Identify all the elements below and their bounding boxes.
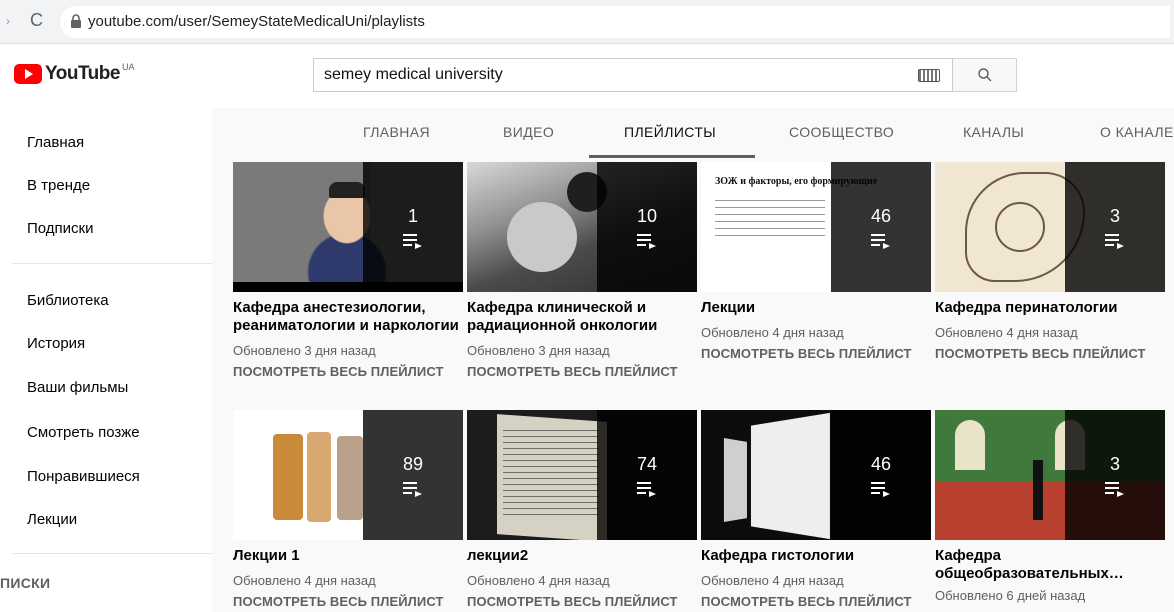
view-full-playlist-link[interactable]: ПОСМОТРЕТЬ ВЕСЬ ПЛЕЙЛИСТ [701,594,931,609]
playlist-card[interactable]: 10 Кафедра клинической и радиационной он… [467,162,697,379]
sidebar-item-subscriptions[interactable]: Подписки [27,220,94,237]
video-count: 89 [402,454,424,474]
sidebar-item-history[interactable]: История [27,335,85,352]
playlist-card[interactable]: 3 Кафедра общеобразовательных… Обновлено… [935,410,1165,603]
playlist-count-overlay: 89 [363,410,463,540]
youtube-play-icon [14,64,42,84]
view-full-playlist-link[interactable]: ПОСМОТРЕТЬ ВЕСЬ ПЛЕЙЛИСТ [701,346,931,361]
tab-community[interactable]: СООБЩЕСТВО [789,124,894,140]
playlist-thumbnail[interactable]: 46 [701,410,931,540]
playlist-count-overlay: 46 [831,162,931,292]
playlist-title[interactable]: Кафедра перинатологии [935,299,1165,317]
tab-playlists[interactable]: ПЛЕЙЛИСТЫ [624,124,716,140]
tab-videos[interactable]: ВИДЕО [503,124,554,140]
playlist-title[interactable]: Лекции 1 [233,547,463,565]
video-count: 1 [407,206,418,226]
youtube-logo[interactable]: YouTube UA [14,62,135,84]
playlist-count-overlay: 10 [597,162,697,292]
playlist-updated: Обновлено 3 дня назад [233,343,376,358]
tab-about[interactable]: О КАНАЛЕ [1100,124,1174,140]
playlist-title[interactable]: Кафедра клинической и радиационной онкол… [467,299,697,335]
playlist-icon [1105,234,1124,249]
url-text[interactable]: youtube.com/user/SemeyStateMedicalUni/pl… [88,13,425,30]
playlist-icon [403,482,422,497]
sidebar-item-library[interactable]: Библиотека [27,292,109,309]
view-full-playlist-link[interactable]: ПОСМОТРЕТЬ ВЕСЬ ПЛЕЙЛИСТ [467,594,697,609]
playlist-card[interactable]: 3 Кафедра перинатологии Обновлено 4 дня … [935,162,1165,361]
playlist-updated: Обновлено 3 дня назад [467,343,610,358]
search-icon [977,68,992,82]
playlist-icon [637,482,656,497]
sidebar-section-title: ПИСКИ [0,575,51,591]
youtube-playlists-page: › C youtube.com/user/SemeyStateMedicalUn… [0,0,1174,612]
playlist-updated: Обновлено 4 дня назад [701,573,844,588]
playlist-count-overlay: 46 [831,410,931,540]
playlist-updated: Обновлено 6 дней назад [935,588,1086,603]
region-code: UA [121,62,135,72]
tab-home[interactable]: ГЛАВНАЯ [363,124,430,140]
playlist-title[interactable]: Лекции [701,299,931,317]
sidebar-item-your-videos[interactable]: Ваши фильмы [27,379,128,396]
sidebar-item-home[interactable]: Главная [27,134,84,151]
sidebar-item-lectures[interactable]: Лекции [27,511,77,528]
sidebar: Главная В тренде Подписки Библиотека Ист… [0,108,212,612]
playlist-count-overlay: 74 [597,410,697,540]
sidebar-divider [12,553,212,554]
playlist-icon [403,234,422,249]
playlist-thumbnail[interactable]: 3 [935,162,1165,292]
playlist-thumbnail[interactable]: 10 [467,162,697,292]
playlist-card[interactable]: ЗОЖ и факторы, его формирующие 46 Лекции… [701,162,931,361]
channel-tabs: ГЛАВНАЯ ВИДЕО ПЛЕЙЛИСТЫ СООБЩЕСТВО КАНАЛ… [212,108,1174,158]
playlist-card[interactable]: 74 лекции2 Обновлено 4 дня назад ПОСМОТР… [467,410,697,609]
keyboard-icon[interactable] [918,69,940,82]
video-count: 46 [870,206,892,226]
playlist-thumbnail[interactable]: 3 [935,410,1165,540]
playlist-updated: Обновлено 4 дня назад [935,325,1078,340]
playlist-icon [1105,482,1124,497]
playlist-thumbnail[interactable]: 1 [233,162,463,292]
playlist-thumbnail[interactable]: 74 [467,410,697,540]
playlist-icon [637,234,656,249]
playlist-card[interactable]: 89 Лекции 1 Обновлено 4 дня назад ПОСМОТ… [233,410,463,609]
playlist-count-overlay: 3 [1065,410,1165,540]
video-count: 46 [870,454,892,474]
playlist-thumbnail[interactable]: ЗОЖ и факторы, его формирующие 46 [701,162,931,292]
playlist-count-overlay: 1 [363,162,463,292]
sidebar-item-trending[interactable]: В тренде [27,177,90,194]
view-full-playlist-link[interactable]: ПОСМОТРЕТЬ ВЕСЬ ПЛЕЙЛИСТ [233,364,463,379]
sidebar-item-liked[interactable]: Понравившиеся [27,468,140,485]
logo-text: YouTube [45,63,120,84]
playlist-icon [871,482,890,497]
search-input[interactable] [314,60,894,90]
video-count: 3 [1109,206,1120,226]
search-button[interactable] [953,58,1017,92]
lock-icon [71,14,81,28]
playlist-card[interactable]: 46 Кафедра гистологии Обновлено 4 дня на… [701,410,931,609]
playlist-title[interactable]: Кафедра общеобразовательных… [935,547,1125,583]
forward-icon[interactable]: › [6,14,10,28]
playlist-title[interactable]: Кафедра гистологии [701,547,931,565]
video-count: 74 [636,454,658,474]
view-full-playlist-link[interactable]: ПОСМОТРЕТЬ ВЕСЬ ПЛЕЙЛИСТ [467,364,697,379]
view-full-playlist-link[interactable]: ПОСМОТРЕТЬ ВЕСЬ ПЛЕЙЛИСТ [233,594,463,609]
playlist-updated: Обновлено 4 дня назад [233,573,376,588]
video-count: 3 [1109,454,1120,474]
playlist-count-overlay: 3 [1065,162,1165,292]
view-full-playlist-link[interactable]: ПОСМОТРЕТЬ ВЕСЬ ПЛЕЙЛИСТ [935,346,1165,361]
tab-channels[interactable]: КАНАЛЫ [963,124,1024,140]
masthead: YouTube UA [0,44,1174,108]
playlist-title[interactable]: Кафедра анестезиологии, реаниматологии и… [233,299,463,335]
playlist-icon [871,234,890,249]
playlist-updated: Обновлено 4 дня назад [701,325,844,340]
reload-icon[interactable]: C [30,10,43,31]
playlist-updated: Обновлено 4 дня назад [467,573,610,588]
search-box [313,58,953,92]
video-count: 10 [636,206,658,226]
playlist-card[interactable]: 1 Кафедра анестезиологии, реаниматологии… [233,162,463,379]
sidebar-divider [12,263,212,264]
playlist-thumbnail[interactable]: 89 [233,410,463,540]
playlist-title[interactable]: лекции2 [467,547,697,565]
sidebar-item-watch-later[interactable]: Смотреть позже [27,424,140,441]
browser-toolbar: › C youtube.com/user/SemeyStateMedicalUn… [0,0,1174,44]
